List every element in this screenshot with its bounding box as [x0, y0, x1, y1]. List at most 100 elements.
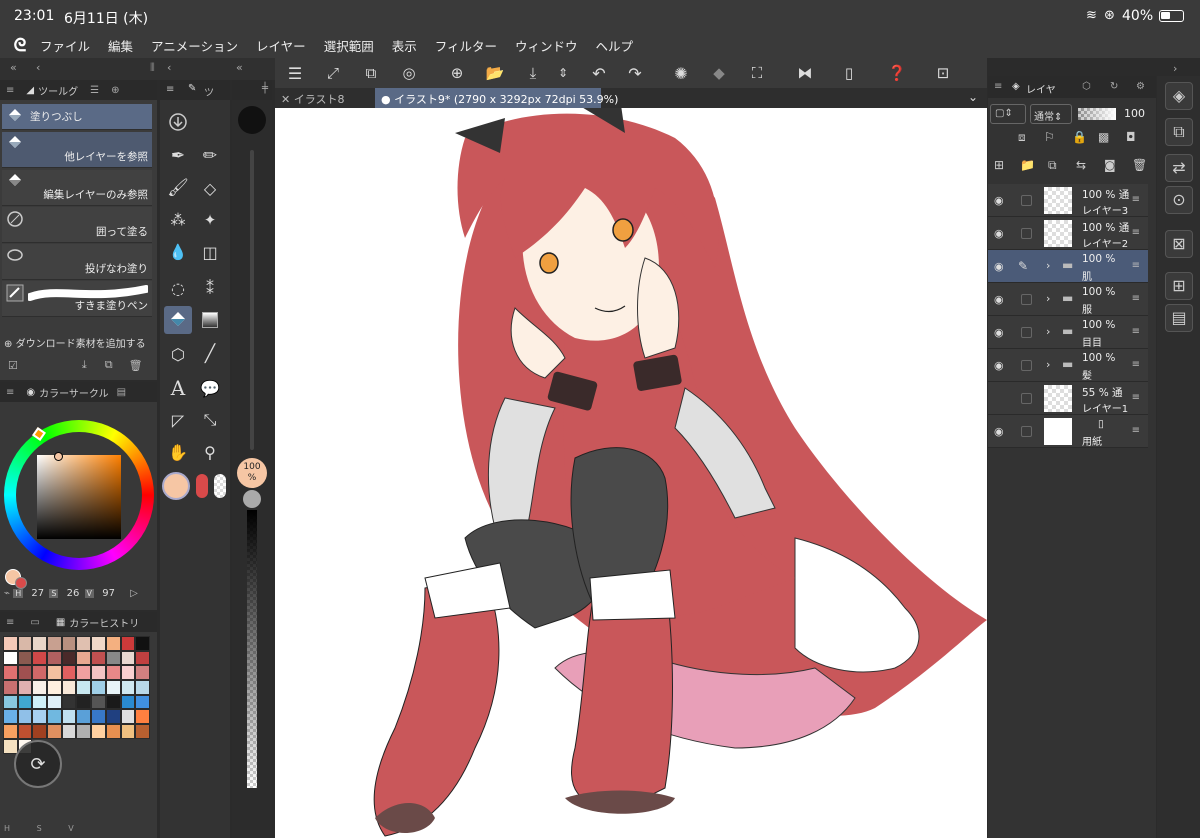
folder-expand-icon[interactable]: › — [1046, 292, 1050, 305]
history-swatch[interactable] — [135, 724, 150, 739]
color-circle-tab-icon[interactable]: ◉ — [26, 387, 35, 398]
subtool-refer-edit[interactable]: 編集レイヤーのみ参照 — [2, 170, 152, 206]
history-swatch[interactable] — [47, 680, 62, 695]
lock-icon[interactable]: 🔒 — [1072, 130, 1087, 144]
subtool-enclose[interactable]: 囲って塗る — [2, 207, 152, 243]
airbrush-icon[interactable]: ⁂ — [164, 206, 192, 234]
history-swatch[interactable] — [105, 694, 121, 710]
history-swatch[interactable] — [32, 680, 48, 695]
download-tool-icon[interactable] — [164, 108, 192, 136]
subtool-settings-icon[interactable]: ☑ — [8, 359, 18, 372]
history-swatch[interactable] — [3, 694, 18, 710]
reference-layer-icon[interactable]: ⧈ — [1018, 130, 1026, 145]
new-folder-icon[interactable]: 📁 — [1020, 158, 1035, 172]
layer-property-tab-icon[interactable]: ⬡ — [1082, 81, 1091, 92]
history-swatch[interactable] — [120, 636, 136, 651]
history-swatch[interactable] — [76, 680, 92, 695]
settings-window-icon[interactable]: ⊡ — [931, 62, 955, 84]
subtool-gap-pen[interactable]: すきま塗りペン — [2, 281, 152, 317]
layer-select-checkbox[interactable] — [1021, 327, 1032, 338]
history-swatch[interactable] — [120, 724, 136, 739]
panel-menu-icon[interactable]: ≡ — [6, 617, 14, 628]
gradient-icon[interactable] — [196, 306, 224, 334]
eyedropper-icon[interactable]: ⚲ — [196, 438, 224, 466]
visibility-eye-icon[interactable]: ◉ — [994, 227, 1004, 240]
transform-icon[interactable]: ⧉ — [359, 62, 383, 84]
menu-file[interactable]: ファイル — [40, 36, 90, 55]
menu-filter[interactable]: フィルター — [435, 36, 497, 55]
layer-row[interactable]: ◉ ▯ 用紙 ≡ — [988, 415, 1148, 448]
history-swatch[interactable] — [3, 709, 18, 725]
layer-menu-icon[interactable]: ≡ — [1132, 194, 1140, 205]
layer-row[interactable]: ◉ 100 % 通レイヤー2 ≡ — [988, 217, 1148, 250]
history-swatch[interactable] — [91, 694, 106, 710]
menu-view[interactable]: 表示 — [392, 36, 417, 55]
subtool-lasso-fill[interactable]: 投げなわ塗り — [2, 244, 152, 280]
layer-select-checkbox[interactable] — [1021, 195, 1032, 206]
menu-help[interactable]: ヘルプ — [596, 36, 634, 55]
history-swatch[interactable] — [76, 709, 92, 725]
balloon-icon[interactable]: 💬 — [196, 374, 224, 402]
draft-layer-icon[interactable]: ⚐ — [1044, 130, 1055, 144]
fill-selection-icon[interactable]: ◆ — [707, 62, 731, 84]
layer-row[interactable]: ◉ 100 % 通レイヤー3 ≡ — [988, 184, 1148, 217]
history-swatch[interactable] — [61, 724, 77, 739]
chevron-right-icon[interactable]: › — [1173, 62, 1177, 75]
history-swatch[interactable] — [17, 650, 33, 666]
transfer-icon[interactable]: ⇆ — [1076, 158, 1086, 172]
history-swatch[interactable] — [135, 636, 150, 651]
history-swatch[interactable] — [91, 636, 106, 651]
color-slider-tab-icon[interactable]: ▤ — [117, 387, 126, 398]
material-dock-icon[interactable]: ⊞ — [1165, 272, 1193, 300]
layer-menu-icon[interactable]: ≡ — [1132, 425, 1140, 436]
lock-alpha-icon[interactable]: ▩ — [1098, 130, 1109, 144]
color-set-tab-icon[interactable]: ▭ — [30, 617, 39, 628]
sub-tool-tab[interactable]: ツールグ — [38, 83, 78, 98]
add-material-button[interactable]: ⊕ ダウンロード素材を追加する — [4, 335, 154, 351]
history-swatch[interactable] — [105, 724, 121, 739]
blend-mode-select[interactable]: 通常⇕ — [1030, 104, 1072, 124]
visibility-eye-icon[interactable]: ◉ — [994, 326, 1004, 339]
trash-icon[interactable]: 🗑 — [129, 359, 143, 372]
blend-icon[interactable]: 💧 — [164, 238, 192, 266]
brush-icon[interactable]: 🖌 — [164, 174, 192, 202]
duplicate-icon[interactable]: ⧉ — [105, 358, 113, 372]
history-swatch[interactable] — [17, 680, 33, 695]
history-tab-icon[interactable]: ▦ — [56, 617, 65, 628]
folder-expand-icon[interactable]: › — [1046, 259, 1050, 272]
history-swatch[interactable] — [105, 636, 121, 651]
chevron-left-icon[interactable]: ‹ — [36, 61, 40, 74]
navigator-tab-icon[interactable]: ↻ — [1110, 81, 1118, 92]
search-layer-tab-icon[interactable]: ⚙ — [1136, 81, 1145, 92]
download-icon[interactable]: ⤓ — [82, 358, 87, 372]
tool-tab[interactable]: ツ — [204, 84, 214, 99]
menu-animation[interactable]: アニメーション — [151, 36, 238, 55]
save-icon[interactable]: ⤓ — [521, 62, 545, 84]
panel-menu-icon[interactable]: ≡ — [994, 81, 1002, 92]
subtool-fill[interactable]: 塗りつぶし — [2, 104, 152, 130]
info-dock-icon[interactable]: ▤ — [1165, 304, 1193, 332]
history-swatch[interactable] — [32, 650, 48, 666]
history-swatch[interactable] — [3, 738, 18, 754]
history-swatch[interactable] — [17, 636, 33, 651]
opacity-slider[interactable] — [247, 510, 257, 788]
layer-row[interactable]: ◉ › ▬ 100 % 目目 ≡ — [988, 316, 1148, 349]
layer-select-checkbox[interactable] — [1021, 393, 1032, 404]
chevron-right-icon[interactable]: ‹ — [167, 61, 171, 74]
figure-icon[interactable]: ◫ — [196, 238, 224, 266]
open-folder-icon[interactable]: 📂 — [483, 62, 507, 84]
fill-tab-icon[interactable]: ◢ — [26, 85, 34, 96]
layer-mask-icon[interactable]: ◙ — [1104, 158, 1116, 172]
merge-down-icon[interactable]: ⧉ — [1048, 158, 1057, 173]
history-swatch[interactable] — [3, 665, 18, 681]
menu-layer[interactable]: レイヤー — [256, 36, 306, 55]
brush-size-slider[interactable] — [250, 150, 254, 450]
collapse-mid-icon[interactable]: « — [236, 61, 243, 74]
redo-icon[interactable]: ↷ — [623, 62, 647, 84]
collapse-left-icon[interactable]: « — [10, 61, 17, 74]
history-swatch[interactable] — [105, 680, 121, 695]
history-swatch[interactable] — [91, 665, 106, 681]
panel-menu-icon[interactable]: ╪ — [262, 83, 268, 94]
history-swatch[interactable] — [135, 709, 150, 725]
save-menu-icon[interactable]: ⇕ — [551, 62, 575, 84]
